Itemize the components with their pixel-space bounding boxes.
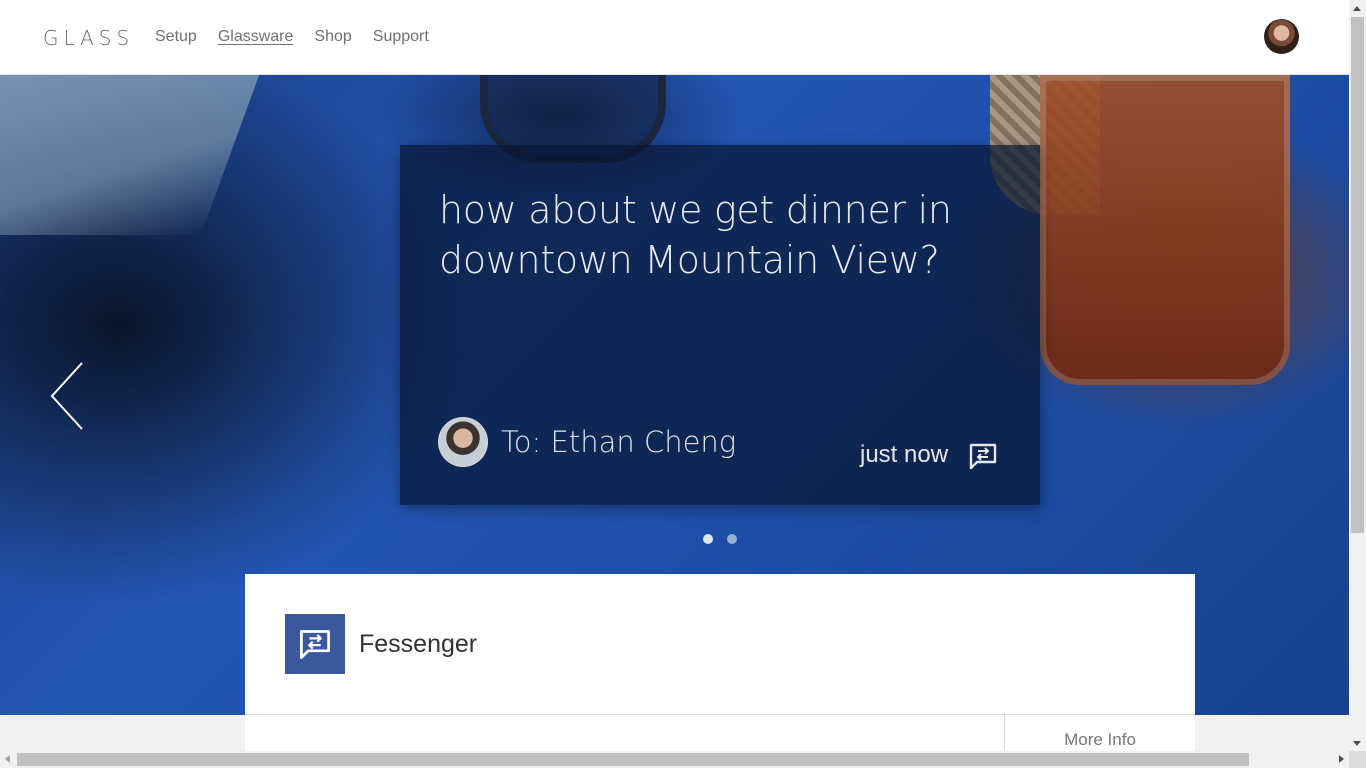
carousel-dot-2[interactable] [727,534,737,544]
carousel-dot-1[interactable] [703,534,713,544]
card-message: how about we get dinner in downtown Moun… [439,188,952,282]
recipient-avatar [438,417,488,467]
nav-support[interactable]: Support [373,28,429,46]
panel-divider [245,714,1195,715]
scroll-right-icon[interactable] [1339,755,1344,763]
scroll-up-icon[interactable] [1353,6,1361,11]
user-avatar[interactable] [1264,19,1299,54]
card-timestamp: just now [860,441,949,468]
main-nav: Setup Glassware Shop Support [155,28,429,46]
vertical-scroll-thumb[interactable] [1351,17,1364,533]
hero-background-detail [1040,75,1290,385]
card-recipient: To: Ethan Cheng [438,417,736,467]
app-icon [285,614,345,674]
chevron-left-icon[interactable] [48,361,86,431]
hero-background-detail [0,75,260,235]
recipient-name: To: Ethan Cheng [501,425,737,459]
horizontal-scroll-thumb[interactable] [17,753,1249,766]
scroll-left-icon[interactable] [5,755,10,763]
carousel-dots [703,534,737,544]
glass-logo[interactable]: GLASS [43,26,134,50]
scrollbar-corner [1349,751,1366,768]
browser-viewport: GLASS Setup Glassware Shop Support how a… [0,0,1349,751]
more-info-button[interactable]: More Info [1005,730,1195,750]
site-header: GLASS Setup Glassware Shop Support [0,0,1349,75]
scroll-down-icon[interactable] [1353,741,1361,746]
glassware-panel: Fessenger More Info [245,574,1195,751]
chat-swap-icon [300,630,330,659]
nav-setup[interactable]: Setup [155,28,197,46]
chat-swap-icon [969,443,997,470]
nav-shop[interactable]: Shop [314,28,351,46]
message-card: how about we get dinner in downtown Moun… [400,145,1040,505]
nav-glassware[interactable]: Glassware [218,28,294,46]
vertical-scrollbar[interactable] [1349,0,1366,751]
app-name: Fessenger [359,630,478,658]
horizontal-scrollbar[interactable] [0,751,1349,768]
